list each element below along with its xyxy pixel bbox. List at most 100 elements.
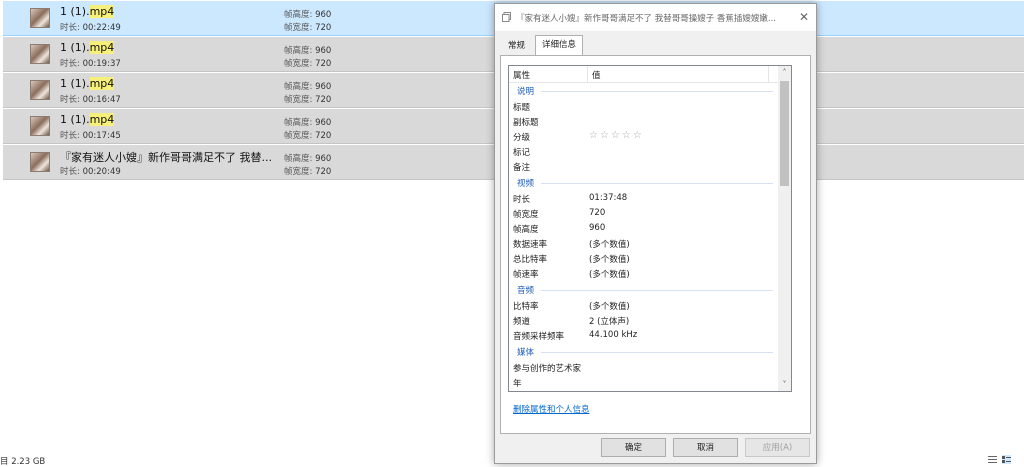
status-bar-size: 目 2.23 GB [0,457,46,467]
property-name: 音频采样频率 [513,332,565,342]
column-header-property[interactable]: 属性 [513,69,530,81]
property-name: 分级 [513,133,531,143]
property-value[interactable]: (多个数值) [589,238,630,250]
property-name: 年 [513,379,522,389]
view-toggle [988,455,1018,465]
file-name: 1 (1).mp4 [60,113,115,126]
file-name-ext: mp4 [89,41,115,54]
group-header: 媒体 [517,348,535,358]
property-value[interactable]: (多个数值) [589,253,630,265]
duration-value: 00:19:37 [82,59,121,69]
duration-value: 00:22:49 [82,23,121,33]
scroll-down-icon[interactable]: ˅ [778,378,791,391]
dialog-titlebar[interactable]: 『家有迷人小嫂』新作哥哥满足不了 我替哥哥操嫂子 香蕉插嫂嫂嫩... ✕ [495,4,816,31]
file-name-ext: mp4 [89,5,115,18]
file-frame-width: 帧宽度: 720 [284,21,331,33]
property-list[interactable]: 属性 值 说明 标题 副标题 分级 ☆☆☆☆☆ 标记 备注 视频 时长 01:37:48 帧宽度 72… [508,65,792,392]
property-value[interactable]: 960 [589,223,605,233]
file-name-base: 1 (1). [60,113,90,126]
property-value[interactable]: 44.100 kHz [589,330,637,340]
video-thumbnail [30,116,50,136]
scroll-thumb[interactable] [780,81,789,186]
duration-value: 00:17:45 [82,131,121,141]
property-name: 比特率 [513,302,539,312]
duration-label: 时长: [60,167,80,177]
frame-width-label: 帧宽度: [284,23,313,33]
property-value[interactable]: 720 [589,208,605,218]
file-name: 1 (1).mp4 [60,77,115,90]
frame-width-value: 720 [315,95,332,105]
dialog-title: 『家有迷人小嫂』新作哥哥满足不了 我替哥哥操嫂子 香蕉插嫂嫂嫩... [516,14,777,24]
apply-button[interactable]: 应用(A) [745,438,810,457]
frame-width-label: 帧宽度: [284,167,313,177]
column-divider[interactable] [587,66,588,82]
property-name: 帧高度 [513,225,539,235]
group-divider [541,352,773,353]
file-frame-height: 帧高度: 960 [284,80,331,92]
frame-width-label: 帧宽度: [284,59,313,69]
frame-width-value: 720 [315,23,332,33]
group-divider [541,91,773,92]
frame-height-value: 960 [315,10,332,20]
column-divider[interactable] [768,66,769,82]
frame-height-label: 帧高度: [284,46,313,56]
tiles-view-icon[interactable] [1002,455,1011,464]
property-list-header: 属性 值 [509,66,779,83]
frame-height-label: 帧高度: [284,10,313,20]
file-frame-height: 帧高度: 960 [284,152,331,164]
file-name: 1 (1).mp4 [60,41,115,54]
property-name: 帧速率 [513,270,539,280]
file-icon [502,12,511,22]
property-list-scrollbar[interactable]: ˄ ˅ [778,66,791,391]
video-thumbnail [30,44,50,64]
frame-width-value: 720 [315,131,332,141]
remove-properties-link[interactable]: 删除属性和个人信息 [513,403,590,415]
close-button[interactable]: ✕ [796,9,812,25]
property-value[interactable]: 2 (立体声) [589,315,629,327]
duration-label: 时长: [60,59,80,69]
property-name: 数据速率 [513,240,548,250]
property-value[interactable]: (多个数值) [589,268,630,280]
frame-width-value: 720 [315,59,332,69]
property-value[interactable]: 01:37:48 [589,193,627,203]
frame-height-value: 960 [315,154,332,164]
duration-label: 时长: [60,95,80,105]
file-name: 1 (1).mp4 [60,5,115,18]
group-header: 视频 [517,179,535,189]
property-name: 频道 [513,317,531,327]
details-view-icon[interactable] [988,455,997,464]
rating-stars[interactable]: ☆☆☆☆☆ [589,130,644,141]
property-name: 总比特率 [513,255,548,265]
file-name-base: 『家有迷人小嫂』新作哥哥满足不了 我替... [60,151,272,164]
property-value[interactable]: (多个数值) [589,300,630,312]
file-frame-width: 帧宽度: 720 [284,57,331,69]
tab-general[interactable]: 常规 [502,37,531,55]
tab-details[interactable]: 详细信息 [535,35,584,56]
frame-height-value: 960 [315,82,332,92]
video-thumbnail [30,152,50,172]
scroll-up-icon[interactable]: ˄ [778,66,791,79]
property-name: 备注 [513,163,531,173]
file-name: 『家有迷人小嫂』新作哥哥满足不了 我替... [60,149,272,165]
ok-button[interactable]: 确定 [601,438,666,457]
column-header-value[interactable]: 值 [592,69,601,81]
property-name: 时长 [513,195,531,205]
file-frame-width: 帧宽度: 720 [284,165,331,177]
file-duration: 时长: 00:20:49 [60,165,121,177]
cancel-button[interactable]: 取消 [673,438,738,457]
group-header: 说明 [517,87,535,97]
file-frame-height: 帧高度: 960 [284,116,331,128]
file-duration: 时长: 00:16:47 [60,93,121,105]
group-divider [541,290,773,291]
video-thumbnail [30,80,50,100]
file-duration: 时长: 00:19:37 [60,57,121,69]
property-name: 标题 [513,103,531,113]
file-name-ext: mp4 [89,77,115,90]
duration-label: 时长: [60,131,80,141]
duration-value: 00:20:49 [82,167,121,177]
group-divider [541,183,773,184]
file-name-ext: mp4 [89,113,115,126]
property-name: 参与创作的艺术家 [513,364,582,374]
file-name-base: 1 (1). [60,77,90,90]
file-name-base: 1 (1). [60,5,90,18]
